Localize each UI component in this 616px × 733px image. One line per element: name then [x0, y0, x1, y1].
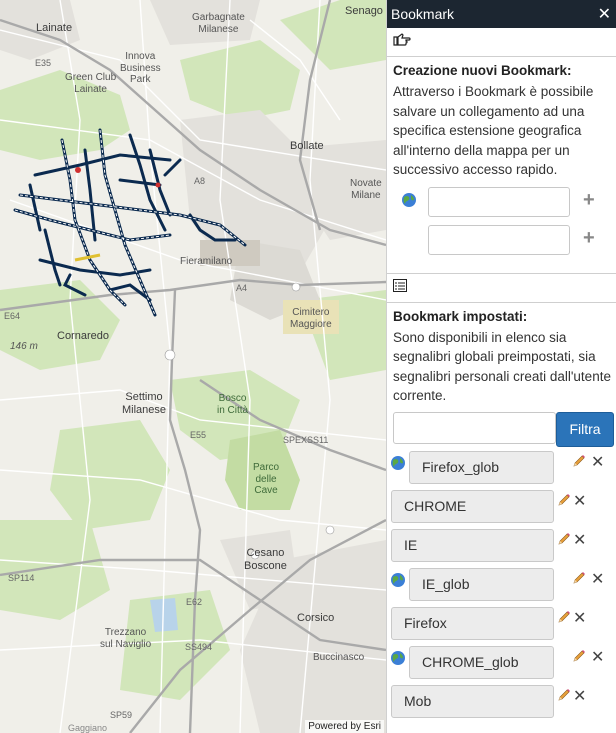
road-label-e35: E35 [35, 58, 52, 68]
map-label-bollate: Bollate [290, 140, 324, 152]
set-heading: Bookmark impostati: [393, 308, 528, 324]
list-section-header [387, 272, 616, 303]
bookmark-item[interactable]: IE [391, 528, 554, 562]
create-description: Attraverso i Bookmark è possibile salvar… [393, 84, 594, 177]
bookmark-panel: Bookmark ✕ Creazione nuovi Bookmark: Att… [386, 0, 616, 733]
road-label-e64: E64 [4, 311, 21, 321]
bookmark-row: CHROME ✕ [387, 489, 616, 529]
filter-button[interactable]: Filtra [556, 411, 614, 447]
road-label-a8: A8 [194, 176, 206, 186]
map-label-greenclub: Green Club Lainate [65, 72, 117, 95]
globe-icon [401, 192, 417, 213]
new-personal-bookmark-input[interactable] [428, 224, 570, 255]
road-label-e55: E55 [190, 430, 207, 440]
pencil-icon[interactable] [557, 493, 571, 507]
new-personal-bookmark-row: + [387, 224, 616, 263]
map-label-buccinasco: Buccinasco [313, 652, 365, 663]
close-icon[interactable]: ✕ [573, 530, 586, 550]
pencil-icon[interactable] [557, 532, 571, 546]
bookmark-item[interactable]: Firefox [391, 606, 554, 640]
close-icon[interactable]: ✕ [591, 569, 604, 589]
create-heading: Creazione nuovi Bookmark: [393, 63, 572, 78]
close-icon[interactable]: ✕ [573, 608, 586, 628]
map-label-lainate: Lainate [36, 22, 73, 34]
pencil-icon[interactable] [557, 688, 571, 702]
bookmark-row: IE_glob ✕ [387, 567, 616, 607]
close-icon[interactable]: ✕ [598, 4, 613, 24]
panel-titlebar: Bookmark ✕ [387, 0, 616, 28]
add-personal-bookmark-plus-icon[interactable]: + [583, 228, 595, 248]
map-view[interactable]: Senago Lainate Garbagnate Milanese Innova… [0, 0, 386, 733]
filter-input[interactable] [393, 411, 556, 444]
bookmark-item[interactable]: CHROME [391, 489, 554, 523]
map-label-corsico: Corsico [297, 612, 335, 624]
map-label-bosco: Bosco in Città [217, 393, 249, 416]
map-label-cesano: Cesano Boscone [244, 547, 287, 572]
bookmark-item[interactable]: IE_glob [409, 567, 554, 601]
close-icon[interactable]: ✕ [591, 452, 604, 472]
map-label-trezzano: Trezzano sul Naviglio [100, 627, 152, 650]
map-label-fieramilano: Fieramilano [180, 256, 233, 267]
map-label-innova: Innova Business Park [120, 51, 161, 85]
globe-icon [390, 572, 406, 593]
road-label-sp59: SP59 [110, 710, 133, 720]
bookmark-row: CHROME_glob ✕ [387, 645, 616, 685]
bookmark-row: IE ✕ [387, 528, 616, 568]
road-label-spexss11: SPEXSS11 [283, 435, 329, 445]
bookmark-list: Firefox_glob ✕ CHROME ✕ IE ✕ IE_glob ✕ Firefox ✕ C… [387, 450, 616, 724]
road-label-ss494: SS494 [185, 642, 213, 652]
set-description: Sono disponibili in elenco sia segnalibr… [393, 329, 611, 404]
bookmark-row: Firefox_glob ✕ [387, 450, 616, 490]
close-icon[interactable]: ✕ [573, 686, 586, 706]
road-label-sp114: SP114 [8, 573, 35, 583]
bookmark-item[interactable]: Mob [391, 684, 554, 718]
pointing-hand-icon [393, 32, 411, 52]
close-icon[interactable]: ✕ [573, 491, 586, 511]
list-icon [393, 278, 407, 297]
map-label-gaggiano: Gaggiano [68, 723, 108, 733]
road-label-a4: A4 [236, 283, 248, 293]
panel-title: Bookmark [391, 6, 455, 22]
create-section-header [387, 28, 616, 57]
new-global-bookmark-row: + [387, 186, 616, 225]
add-global-bookmark-plus-icon[interactable]: + [583, 190, 595, 210]
map-label-garbagnate: Garbagnate Milanese [192, 12, 245, 35]
map-label-elevation: 146 m [10, 341, 38, 352]
pencil-icon[interactable] [557, 610, 571, 624]
close-icon[interactable]: ✕ [591, 647, 604, 667]
road-label-e62: E62 [186, 597, 203, 607]
esri-attribution[interactable]: Powered by Esri [305, 720, 384, 733]
pencil-icon[interactable] [572, 571, 586, 585]
pencil-icon[interactable] [572, 454, 586, 468]
map-label-settimo: Settimo Milanese [122, 391, 167, 416]
new-global-bookmark-input[interactable] [428, 186, 570, 217]
map-label-cornaredo: Cornaredo [57, 330, 109, 342]
bookmark-item[interactable]: Firefox_glob [409, 450, 554, 484]
globe-icon [390, 455, 406, 476]
bookmark-row: Mob ✕ [387, 684, 616, 724]
globe-icon [390, 650, 406, 671]
map-label-senago: Senago [345, 5, 383, 17]
bookmark-row: Firefox ✕ [387, 606, 616, 646]
map-label-cimitero: Cimitero Maggiore [290, 307, 332, 330]
map-label-parco: Parco delle Cave [253, 462, 280, 496]
map-label-novate: Novate Milane [350, 178, 382, 201]
bookmark-item[interactable]: CHROME_glob [409, 645, 554, 679]
filter-row: Filtra [387, 411, 616, 448]
pencil-icon[interactable] [572, 649, 586, 663]
